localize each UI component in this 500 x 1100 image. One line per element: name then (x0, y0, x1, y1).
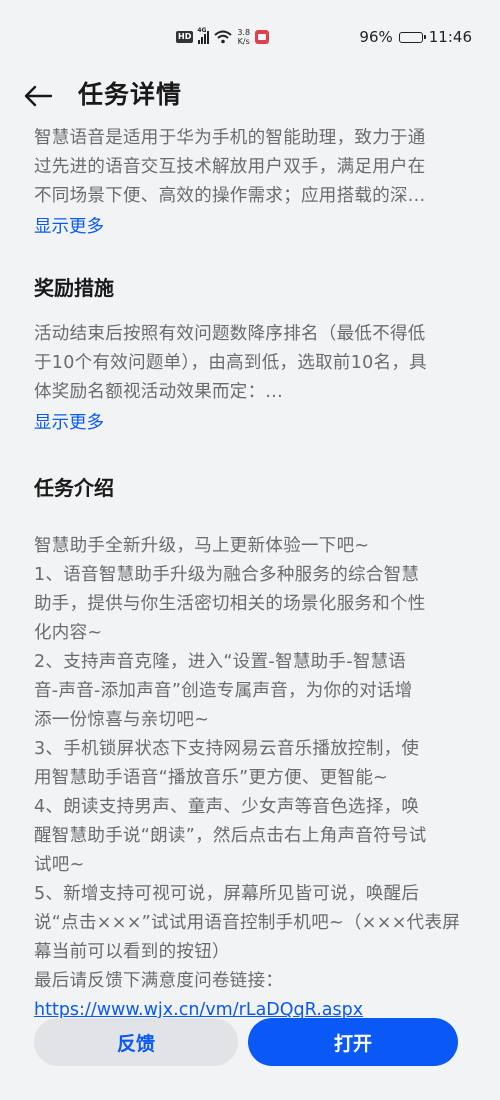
battery-percent: 96% (359, 28, 393, 46)
status-icons-left: HD 4G 3.8 K/s (176, 27, 270, 47)
network-speed: 3.8 K/s (237, 28, 251, 46)
task-intro-section-title: 任务介绍 (34, 476, 114, 500)
open-button[interactable]: 打开 (248, 1018, 458, 1066)
signal-icon: 4G (197, 27, 210, 44)
reward-description: 活动结束后按照有效问题数降序排名（最低不得低 于10个有效问题单），由高到低，选… (34, 324, 427, 402)
title-bar: 任务详情 (0, 68, 500, 122)
intro-show-more-link[interactable]: 显示更多 (34, 213, 426, 241)
page-title: 任务详情 (78, 80, 183, 109)
reward-section: 活动结束后按照有效问题数降序排名（最低不得低 于10个有效问题单），由高到低，选… (34, 320, 427, 437)
back-button[interactable] (20, 78, 56, 114)
hd-icon: HD (176, 31, 194, 43)
app-notification-icon (255, 30, 270, 44)
battery-icon (398, 31, 426, 43)
clock: 11:46 (428, 28, 472, 46)
task-intro-section: 智慧助手全新升级，马上更新体验一下吧~ 1、语音智慧助手升级为融合多种服务的综合… (34, 532, 460, 1025)
intro-section: 智慧语音是适用于华为手机的智能助理，致力于通 过先进的语音交互技术解放用户双手，… (34, 124, 426, 241)
reward-show-more-link[interactable]: 显示更多 (34, 409, 427, 437)
bottom-action-bar: 反馈 打开 (0, 1016, 500, 1070)
wifi-icon (214, 30, 233, 44)
reward-section-title: 奖励措施 (34, 276, 114, 300)
arrow-left-icon (24, 85, 53, 107)
network-type-label: 4G (197, 27, 207, 34)
intro-description: 智慧语音是适用于华为手机的智能助理，致力于通 过先进的语音交互技术解放用户双手，… (34, 128, 426, 206)
feedback-button[interactable]: 反馈 (34, 1018, 238, 1066)
status-icons-right: 96% 11:46 (359, 27, 472, 47)
task-intro-description: 智慧助手全新升级，马上更新体验一下吧~ 1、语音智慧助手升级为融合多种服务的综合… (34, 536, 461, 991)
status-bar: HD 4G 3.8 K/s 96% 11:46 (0, 0, 500, 68)
